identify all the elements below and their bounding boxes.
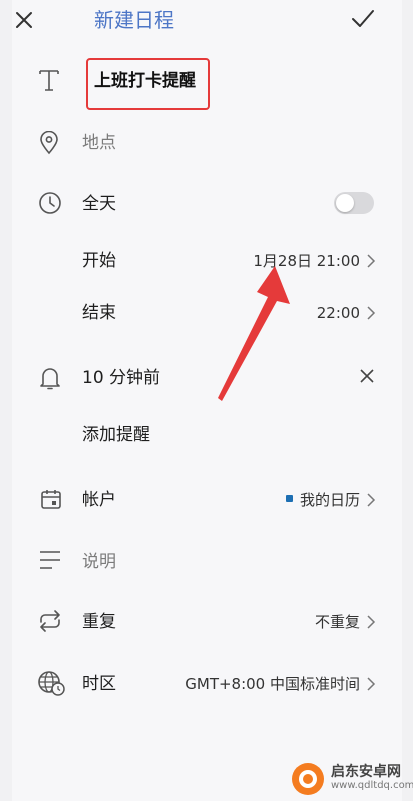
watermark-url: www.qdltdq.com (331, 780, 413, 791)
timezone-value[interactable]: GMT+8:00 中国标准时间 (185, 674, 360, 694)
watermark-name: 启东安卓网 (331, 764, 401, 780)
chevron-right-icon[interactable] (364, 612, 378, 632)
bell-icon (40, 368, 60, 390)
close-icon[interactable] (14, 10, 34, 30)
end-time-value[interactable]: 22:00 (317, 303, 360, 323)
all-day-label: 全天 (82, 194, 116, 214)
add-reminder-button[interactable]: 添加提醒 (82, 424, 150, 446)
chevron-right-icon[interactable] (364, 303, 378, 323)
chevron-right-icon[interactable] (364, 674, 378, 694)
end-label: 结束 (82, 303, 116, 323)
description-icon (40, 551, 60, 569)
chevron-right-icon[interactable] (364, 251, 378, 271)
account-label: 帐户 (82, 490, 116, 510)
timezone-label: 时区 (82, 674, 116, 694)
description-field[interactable]: 说明 (82, 551, 116, 573)
chevron-right-icon[interactable] (364, 490, 378, 510)
repeat-value[interactable]: 不重复 (315, 612, 360, 632)
event-title-input[interactable]: 上班打卡提醒 (94, 70, 196, 92)
start-label: 开始 (82, 251, 116, 271)
check-icon[interactable] (351, 8, 375, 30)
calendar-color-dot (286, 495, 293, 502)
location-pin-icon (40, 131, 58, 155)
globe-clock-icon (38, 671, 65, 696)
remove-reminder-icon[interactable] (360, 369, 374, 383)
text-icon (39, 70, 59, 91)
watermark-logo-icon (292, 763, 324, 795)
all-day-toggle[interactable] (334, 192, 374, 214)
toggle-knob (336, 194, 354, 212)
new-event-screen: 新建日程 上班打卡提醒 地点 全天 开始 1月28日 21:00 结束 22:0… (12, 0, 402, 801)
repeat-icon (40, 610, 60, 632)
calendar-icon (41, 490, 61, 509)
annotation-arrow-icon (218, 266, 290, 401)
clock-icon (39, 192, 61, 214)
page-title: 新建日程 (94, 8, 174, 32)
repeat-label: 重复 (82, 612, 116, 632)
watermark: 启东安卓网 www.qdltdq.com (289, 761, 413, 797)
reminder-label: 10 分钟前 (82, 368, 161, 388)
account-value[interactable]: 我的日历 (300, 490, 360, 510)
location-field[interactable]: 地点 (82, 132, 116, 154)
